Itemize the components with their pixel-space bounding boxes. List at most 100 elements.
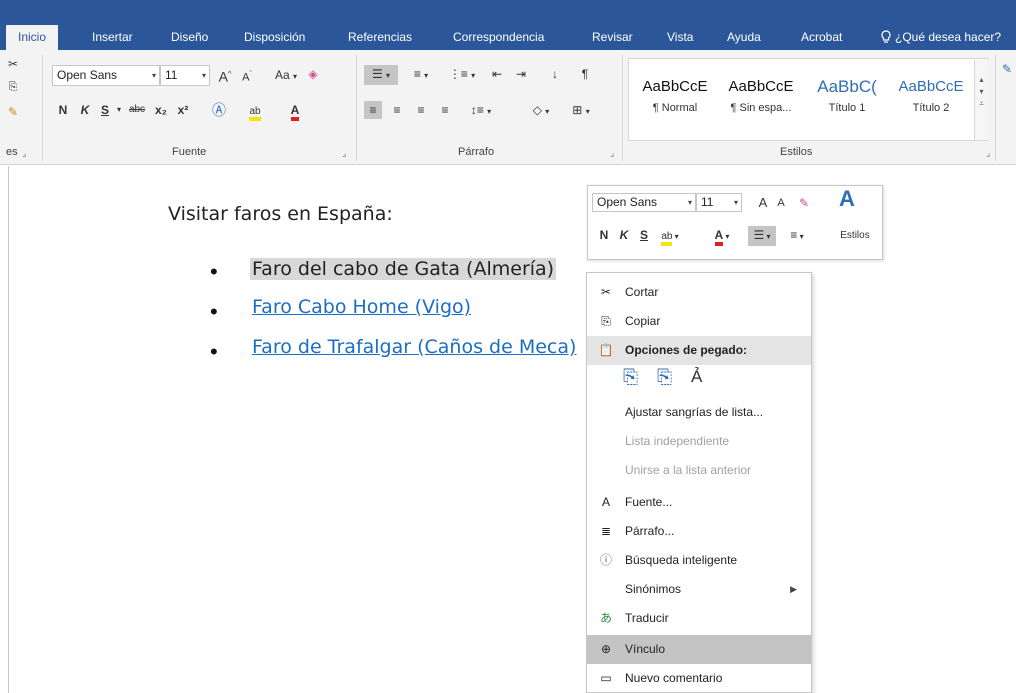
shading-icon[interactable]: ◇ ▾ [524,101,558,121]
menu-item-copiar[interactable]: ⎘ Copiar [587,307,811,336]
mini-font-name-value: Open Sans [597,195,658,209]
tab-acrobat[interactable]: Acrobat [801,25,842,50]
tab-revisar[interactable]: Revisar [592,25,633,50]
menu-item-cortar[interactable]: ✂ Cortar [587,278,811,307]
mini-styles-icon[interactable]: A [834,188,860,210]
font-size-box[interactable]: 11 ▾ [160,65,210,86]
styles-launcher-icon[interactable]: ⌟ [986,148,990,159]
mini-format-painter-icon[interactable]: ✎ [796,194,812,212]
font-color-icon[interactable]: A [286,101,304,121]
change-case-button[interactable]: Aa ▾ [272,66,300,86]
grow-font-button[interactable]: A^ [216,66,234,86]
mini-font-color-icon[interactable]: A ▾ [708,226,736,246]
clear-formatting-icon[interactable]: ◈ [304,65,322,83]
menu-item-ajustar-sangrias[interactable]: Ajustar sangrías de lista... [587,398,811,427]
tell-me-search[interactable]: ¿Qué desea hacer? [880,25,1001,50]
bullets-button[interactable]: ☰ ▾ [364,65,398,85]
sort-icon[interactable]: ↓ [546,65,564,83]
strikethrough-button[interactable]: abc [126,101,148,119]
multilevel-list-button[interactable]: ⋮≡ ▾ [444,65,480,85]
borders-icon[interactable]: ⊞ ▾ [564,101,598,121]
mini-highlight-icon[interactable]: ab ▾ [656,226,684,246]
increase-indent-icon[interactable]: ⇥ [512,65,530,83]
mini-bullets-button[interactable]: ☰ ▾ [748,226,776,246]
align-center-icon[interactable]: ≡ [388,101,406,119]
menu-item-fuente[interactable]: A Fuente... [587,488,811,517]
mini-italic-button[interactable]: K [618,226,630,244]
style-sin-espaciado[interactable]: AaBbCcE ¶ Sin espa... [718,63,804,121]
font-launcher-icon[interactable]: ⌟ [342,148,346,159]
menu-item-busqueda-inteligente[interactable]: ⓘ Búsqueda inteligente [587,546,811,575]
menu-item-traducir[interactable]: あ Traducir [587,604,811,633]
tab-ayuda[interactable]: Ayuda [727,25,761,50]
mini-bold-button[interactable]: N [598,226,610,244]
style-normal[interactable]: AaBbCcE ¶ Normal [634,63,716,121]
group-divider [356,55,357,161]
list-item-link[interactable]: Faro de Trafalgar (Caños de Meca) [252,336,576,358]
italic-button[interactable]: K [78,101,92,119]
tab-diseno[interactable]: Diseño [171,25,208,50]
tab-correspondencia[interactable]: Correspondencia [453,25,544,50]
menu-item-parrafo[interactable]: ≣ Párrafo... [587,517,811,546]
format-painter-icon[interactable]: ✎ [4,103,22,121]
menu-item-unirse-lista[interactable]: Unirse a la lista anterior [587,456,811,485]
mini-font-size-box[interactable]: 11 ▾ [696,193,742,212]
copy-icon[interactable]: ⎘ [4,78,22,96]
superscript-button[interactable]: x² [174,101,192,119]
tab-vista[interactable]: Vista [667,25,693,50]
tab-disposicion[interactable]: Disposición [244,25,305,50]
align-left-icon[interactable]: ≡ [364,101,382,119]
text-effects-icon[interactable]: Ⓐ [210,101,228,119]
align-right-icon[interactable]: ≡ [412,101,430,119]
menu-item-label: Búsqueda inteligente [625,553,738,567]
mini-styles-label[interactable]: Estilos [834,227,876,245]
style-titulo-2[interactable]: AaBbCcE Título 2 [890,63,972,121]
menu-item-vinculo[interactable]: ⊕ Vínculo [587,635,811,664]
styles-gallery-scroll[interactable]: ▴ ▾ ⩡ [974,60,988,140]
mini-underline-button[interactable]: S [638,226,650,244]
mini-shrink-font-icon[interactable]: A [774,194,788,212]
clipboard-group-label: es [6,146,18,158]
line-spacing-icon[interactable]: ↕≡ ▾ [466,101,496,121]
paragraph-launcher-icon[interactable]: ⌟ [610,148,614,159]
tab-insertar[interactable]: Insertar [92,25,133,50]
mini-numbering-button[interactable]: ≡ ▾ [782,226,812,246]
shrink-font-button[interactable]: Aˇ [238,66,256,87]
font-name-box[interactable]: Open Sans ▾ [52,65,160,86]
bold-button[interactable]: N [56,101,70,119]
menu-item-label: Traducir [625,611,669,625]
style-titulo-1[interactable]: AaBbC( Título 1 [806,63,888,121]
document-heading[interactable]: Visitar faros en España: [168,203,393,225]
paste-text-only-icon[interactable]: Ả [691,367,717,393]
justify-icon[interactable]: ≡ [436,101,454,119]
chevron-down-icon[interactable]: ▾ [114,101,124,119]
underline-button[interactable]: S [98,101,112,119]
paragraph-group-label: Párrafo [458,146,495,158]
paste-merge-formatting-icon[interactable]: ⎘ [657,367,683,393]
editing-icon[interactable]: ✎ [1000,60,1014,78]
clipboard-launcher-icon[interactable]: ⌟ [22,148,26,159]
bullet-icon: • [210,339,218,364]
numbering-button[interactable]: ≡ ▾ [404,65,438,85]
mini-font-size-value: 11 [701,195,714,209]
menu-item-lista-independiente[interactable]: Lista independiente [587,427,811,456]
menu-item-nuevo-comentario[interactable]: ▭ Nuevo comentario [587,664,811,693]
show-marks-button[interactable]: ¶ [576,65,594,83]
tab-inicio[interactable]: Inicio [6,25,59,50]
decrease-indent-icon[interactable]: ⇤ [488,65,506,83]
paste-keep-source-icon[interactable]: ⎘ [623,367,649,393]
tab-referencias[interactable]: Referencias [348,25,412,50]
comment-icon: ▭ [600,671,612,685]
mini-font-name-box[interactable]: Open Sans ▾ [592,193,696,212]
translate-icon: あ [599,611,612,625]
cut-icon[interactable]: ✂ [4,55,22,73]
highlight-color-icon[interactable]: ab [244,101,266,121]
mini-grow-font-icon[interactable]: A [756,194,770,212]
menu-item-sinonimos[interactable]: Sinónimos ▶ [587,575,811,604]
subscript-button[interactable]: x₂ [152,101,170,119]
list-item-selected[interactable]: Faro del cabo de Gata (Almería) [250,258,557,280]
context-menu: ✂ Cortar ⎘ Copiar 📋 Opciones de pegado: ⎘ ⎘… [586,272,812,693]
tell-me-label: ¿Qué desea hacer? [895,30,1002,44]
menu-item-label: Vínculo [625,642,666,656]
list-item-link[interactable]: Faro Cabo Home (Vigo) [252,296,471,318]
